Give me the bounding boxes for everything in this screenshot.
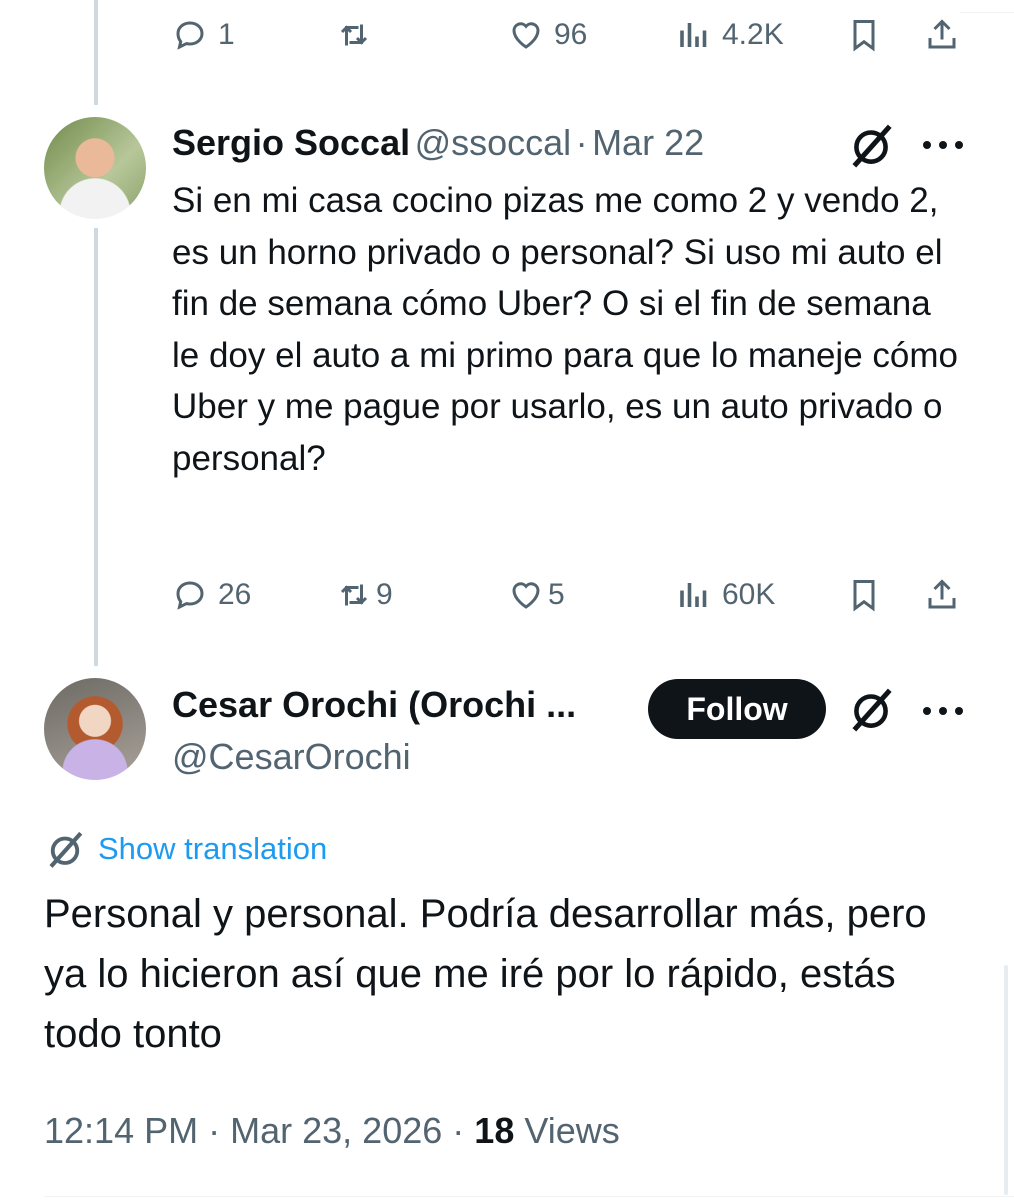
bookmark-icon bbox=[853, 20, 875, 52]
views-count: 4.2K bbox=[722, 18, 784, 51]
scrollbar[interactable] bbox=[1004, 965, 1008, 1195]
translate-icon bbox=[49, 831, 83, 868]
repost-button[interactable]: 9 bbox=[336, 577, 393, 613]
share-icon bbox=[928, 579, 956, 609]
reply-button[interactable]: 1 bbox=[172, 17, 235, 53]
share-icon bbox=[928, 19, 956, 49]
views-button[interactable]: 4.2K bbox=[676, 17, 784, 53]
heart-icon bbox=[512, 582, 540, 609]
views-button[interactable]: 60K bbox=[676, 577, 775, 613]
thread-line-top bbox=[94, 0, 98, 105]
views-count: 60K bbox=[722, 578, 776, 611]
reply-button[interactable]: 26 bbox=[172, 577, 251, 613]
grok-icon[interactable] bbox=[846, 684, 896, 734]
bookmark-icon bbox=[853, 580, 875, 612]
like-button[interactable]: 96 bbox=[508, 17, 587, 53]
repost-icon bbox=[340, 584, 368, 606]
meta-dot: · bbox=[452, 1110, 465, 1151]
meta-dot: · bbox=[208, 1110, 221, 1151]
avatar-cesar[interactable] bbox=[44, 678, 146, 780]
reply-count: 1 bbox=[218, 18, 235, 51]
heart-icon bbox=[512, 22, 540, 49]
bookmark-button[interactable] bbox=[846, 17, 882, 53]
top-divider bbox=[960, 12, 1014, 13]
repost-button[interactable] bbox=[336, 17, 372, 53]
reply-icon bbox=[176, 21, 204, 50]
avatar-sergio[interactable] bbox=[44, 117, 146, 219]
post-full-date[interactable]: Mar 23, 2026 bbox=[230, 1110, 442, 1151]
author-name[interactable]: Cesar Orochi (Orochi ... bbox=[172, 684, 576, 726]
show-translation-label[interactable]: Show translation bbox=[98, 831, 327, 867]
show-translation[interactable]: Show translation bbox=[44, 828, 327, 870]
thread-line-reply bbox=[94, 228, 98, 666]
bottom-divider bbox=[44, 1196, 1014, 1197]
share-button[interactable] bbox=[924, 577, 960, 613]
like-count: 5 bbox=[548, 578, 565, 611]
author-name[interactable]: Sergio Soccal bbox=[172, 122, 410, 163]
separator-dot: · bbox=[575, 122, 588, 163]
reply-icon bbox=[176, 581, 204, 610]
author-handle[interactable]: @CesarOrochi bbox=[172, 736, 411, 778]
main-post-text: Personal y personal. Podría desarrollar … bbox=[44, 892, 927, 1056]
bar-chart-icon bbox=[680, 23, 707, 47]
like-button[interactable]: 5 bbox=[508, 577, 565, 613]
author-handle[interactable]: @ssoccal bbox=[415, 122, 572, 163]
views-label: Views bbox=[524, 1110, 620, 1151]
more-options-icon[interactable] bbox=[920, 704, 966, 716]
views-number: 18 bbox=[474, 1110, 515, 1151]
repost-icon bbox=[340, 24, 368, 46]
post-date[interactable]: Mar 22 bbox=[592, 122, 704, 163]
reply1-text: Si en mi casa cocino pizas me como 2 y v… bbox=[172, 181, 958, 478]
reply-count: 26 bbox=[218, 578, 252, 611]
bookmark-button[interactable] bbox=[846, 577, 882, 613]
post-time[interactable]: 12:14 PM bbox=[44, 1110, 198, 1151]
repost-count: 9 bbox=[376, 578, 393, 611]
like-count: 96 bbox=[554, 18, 588, 51]
bar-chart-icon bbox=[680, 583, 707, 607]
reply1-header: Sergio Soccal @ssoccal · Mar 22 bbox=[172, 122, 704, 164]
follow-button[interactable]: Follow bbox=[648, 679, 826, 739]
more-options-icon[interactable] bbox=[920, 138, 966, 150]
post-meta: 12:14 PM · Mar 23, 2026 · 18 Views bbox=[44, 1110, 620, 1152]
grok-icon[interactable] bbox=[846, 120, 896, 170]
share-button[interactable] bbox=[924, 17, 960, 53]
